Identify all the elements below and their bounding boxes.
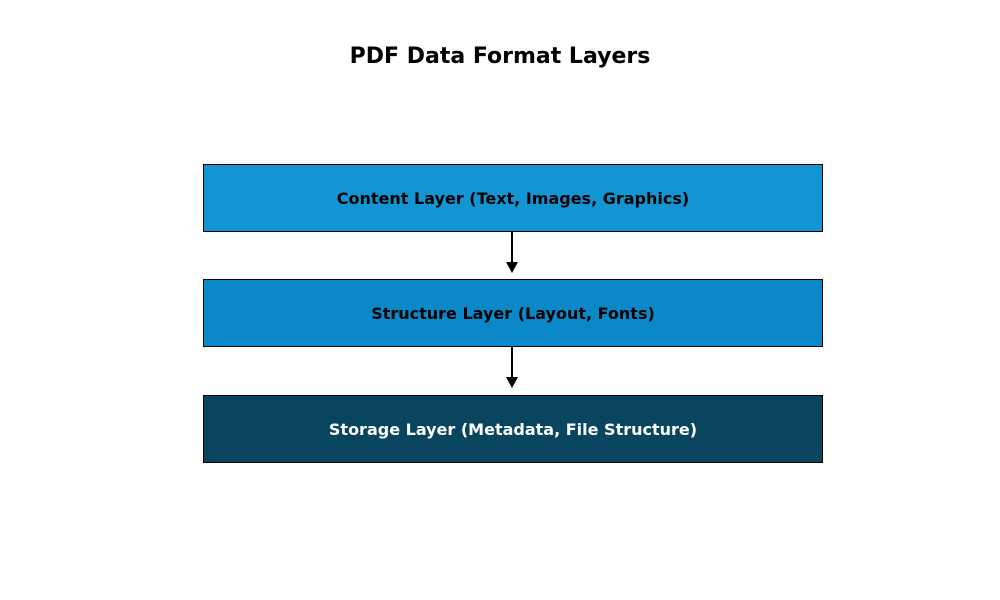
arrow-down-icon: [505, 232, 519, 273]
layer-content-label: Content Layer (Text, Images, Graphics): [337, 189, 689, 208]
layer-structure-label: Structure Layer (Layout, Fonts): [371, 304, 655, 323]
layer-storage-label: Storage Layer (Metadata, File Structure): [329, 420, 697, 439]
arrow-down-icon: [505, 347, 519, 388]
layer-structure: Structure Layer (Layout, Fonts): [203, 279, 823, 347]
layer-content: Content Layer (Text, Images, Graphics): [203, 164, 823, 232]
layer-storage: Storage Layer (Metadata, File Structure): [203, 395, 823, 463]
diagram-title: PDF Data Format Layers: [0, 44, 1000, 69]
